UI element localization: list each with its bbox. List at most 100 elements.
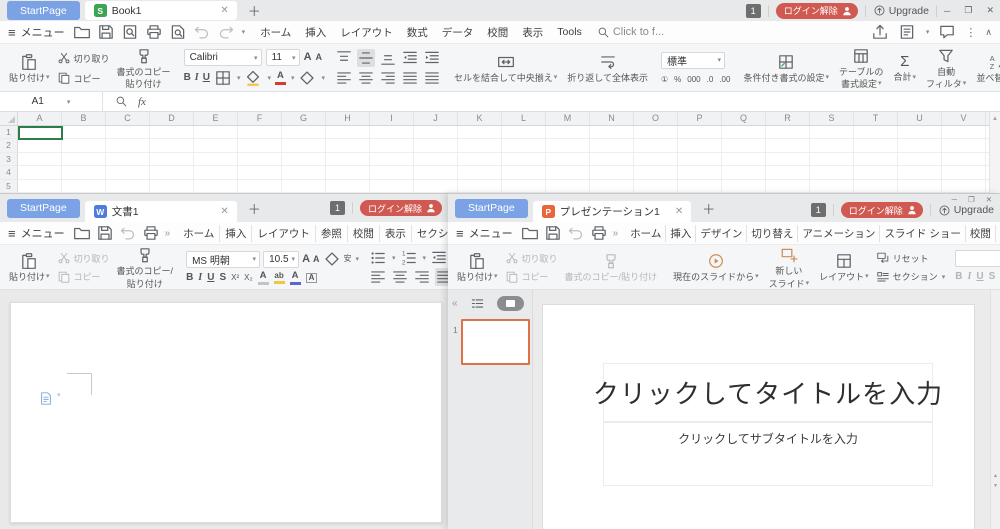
font-size-select[interactable]: 11▾ <box>266 49 300 66</box>
increase-font-icon[interactable]: A <box>302 254 310 265</box>
italic-button[interactable]: I <box>967 272 971 282</box>
document-page[interactable]: ▾ <box>10 302 442 523</box>
sheet-grid[interactable]: 1 2 3 4 5 <box>0 126 1000 193</box>
document-count-badge[interactable]: 1 <box>330 201 345 215</box>
undo-icon[interactable] <box>567 224 585 242</box>
increase-font-icon[interactable]: A <box>304 52 312 63</box>
increase-indent-icon[interactable] <box>423 49 441 67</box>
font-color-button[interactable]: A <box>290 271 301 285</box>
menu-label[interactable]: メニュー <box>469 225 513 241</box>
outline-view-icon[interactable] <box>470 296 485 311</box>
autofilter-button[interactable]: 自動フィルタ▾ <box>921 47 971 89</box>
document-count-badge[interactable]: 1 <box>746 4 761 18</box>
format-painter-button[interactable]: 書式のコピー/貼り付け <box>112 248 179 287</box>
logout-button[interactable]: ログイン解除 <box>360 200 442 216</box>
upgrade-button[interactable]: Upgrade <box>873 4 929 17</box>
sort-button[interactable]: AZ並べ替え▾ <box>971 47 1000 89</box>
chevron-down-icon[interactable]: ▾ <box>926 28 930 36</box>
print-preview-icon[interactable] <box>121 23 139 41</box>
open-file-icon[interactable] <box>521 224 539 242</box>
text-effect-button[interactable]: A <box>258 271 269 285</box>
ribbon-tab[interactable]: データ <box>435 24 481 41</box>
menu-icon[interactable]: ≡ <box>8 25 16 40</box>
italic-button[interactable]: I <box>198 273 202 283</box>
new-document-hint[interactable]: ▾ <box>39 391 61 406</box>
new-tab-button[interactable]: ＋ <box>248 199 261 218</box>
numbered-list-icon[interactable]: 12 <box>400 249 418 267</box>
row-cells[interactable] <box>18 180 1000 193</box>
align-right-icon[interactable] <box>379 69 397 87</box>
row-header[interactable]: 3 <box>0 153 18 166</box>
et-search[interactable]: Click to f... <box>597 26 664 39</box>
distribute-icon[interactable] <box>423 69 441 87</box>
column-header[interactable]: D <box>150 112 194 125</box>
ribbon-tab[interactable]: アニメーション <box>797 225 879 242</box>
more-tools-icon[interactable]: » <box>165 228 171 239</box>
row-header[interactable]: 4 <box>0 166 18 179</box>
column-header[interactable]: I <box>370 112 414 125</box>
play-from-current-button[interactable]: 現在のスライドから▾ <box>668 248 764 287</box>
print-icon[interactable] <box>145 23 163 41</box>
strike-button[interactable]: S <box>219 273 226 283</box>
et-tab-startpage[interactable]: StartPage <box>7 1 80 20</box>
justify-icon[interactable] <box>401 69 419 87</box>
menu-icon[interactable]: ≡ <box>456 226 464 241</box>
restore-button[interactable]: ❐ <box>964 5 972 16</box>
ribbon-tab[interactable]: 表示 <box>379 225 411 242</box>
align-top-icon[interactable] <box>335 49 353 67</box>
ribbon-tab[interactable]: デザイン <box>695 225 746 242</box>
et-tab-document[interactable]: S Book1 ✕ <box>85 1 237 20</box>
title-placeholder[interactable]: クリックしてタイトルを入力 <box>603 363 933 422</box>
logout-button[interactable]: ログイン解除 <box>841 202 923 218</box>
row-header[interactable]: 5 <box>0 180 18 193</box>
upgrade-button[interactable]: Upgrade <box>938 204 994 217</box>
close-window-button[interactable]: ✕ <box>986 5 994 16</box>
undo-icon[interactable] <box>193 23 211 41</box>
currency-format-icon[interactable]: ① <box>661 76 668 84</box>
ribbon-tab[interactable]: 校閲 <box>965 225 995 242</box>
menu-icon[interactable]: ≡ <box>8 226 16 241</box>
wp-tab-startpage[interactable]: StartPage <box>7 199 80 218</box>
row-cells[interactable] <box>18 153 1000 166</box>
increase-decimal-icon[interactable]: .0 <box>707 76 714 84</box>
ribbon-tab[interactable]: 挿入 <box>219 225 251 242</box>
bold-button[interactable]: B <box>186 273 193 283</box>
section-button[interactable]: セクション▾ <box>876 270 946 284</box>
print-icon[interactable] <box>590 224 608 242</box>
ribbon-tab[interactable]: 表示 <box>515 24 550 41</box>
close-tab-icon[interactable]: ✕ <box>675 206 683 217</box>
slide-canvas[interactable]: クリックしてタイトルを入力 クリックしてサブタイトルを入力 <box>542 304 975 529</box>
formula-input[interactable] <box>158 92 1000 111</box>
align-center-icon[interactable] <box>391 268 409 286</box>
copy-button[interactable]: コピー <box>57 71 110 85</box>
redo-icon[interactable] <box>217 23 235 41</box>
borders-icon[interactable] <box>214 69 232 87</box>
column-header[interactable]: J <box>414 112 458 125</box>
ribbon-tab[interactable]: 校閲 <box>480 24 515 41</box>
selected-cell-a1[interactable] <box>18 126 63 140</box>
decrease-font-icon[interactable]: A <box>316 53 323 62</box>
ribbon-tab[interactable]: ホーム <box>626 225 665 242</box>
scroll-down-icon[interactable]: ▴ <box>994 482 997 489</box>
subtitle-placeholder[interactable]: クリックしてサブタイトルを入力 <box>603 422 933 486</box>
font-color-button[interactable]: A <box>275 71 286 85</box>
char-border-button[interactable]: A <box>306 273 318 283</box>
italic-button[interactable]: I <box>195 73 199 83</box>
slide-panel[interactable]: « 1 <box>448 290 533 529</box>
save-icon[interactable] <box>96 224 114 242</box>
comment-icon[interactable] <box>938 23 956 41</box>
column-header[interactable]: T <box>854 112 898 125</box>
ribbon-tab[interactable]: 校閲 <box>347 225 379 242</box>
pp-tab-document[interactable]: P プレゼンテーション1 ✕ <box>533 201 692 222</box>
new-tab-button[interactable]: ＋ <box>248 1 261 20</box>
print-icon[interactable] <box>142 224 160 242</box>
logout-button[interactable]: ログイン解除 <box>776 3 858 19</box>
decrease-decimal-icon[interactable]: .00 <box>719 76 730 84</box>
ribbon-tab[interactable]: 挿入 <box>298 24 333 41</box>
paste-button[interactable]: 貼り付け▾ <box>4 47 55 89</box>
column-header[interactable]: S <box>810 112 854 125</box>
comma-format-icon[interactable]: 000 <box>687 76 700 84</box>
open-file-icon[interactable] <box>73 224 91 242</box>
wp-document-area[interactable]: ▾ <box>0 290 448 529</box>
column-header[interactable]: N <box>590 112 634 125</box>
